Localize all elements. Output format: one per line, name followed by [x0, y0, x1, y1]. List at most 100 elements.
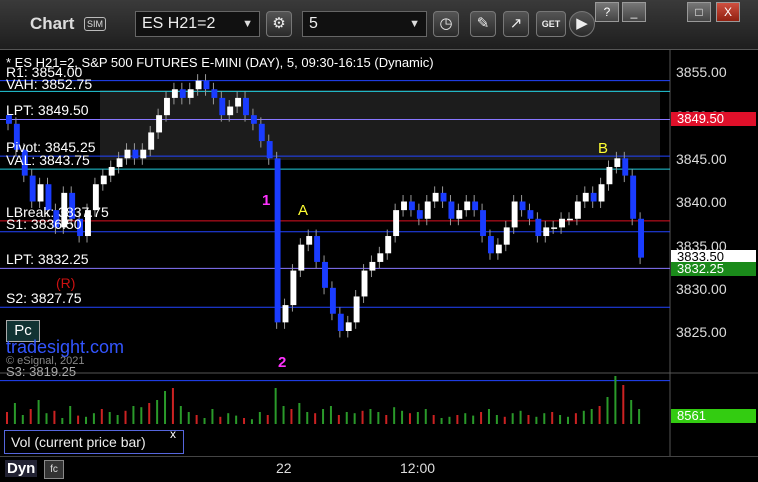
volume-bar — [377, 412, 380, 424]
volume-bar — [195, 415, 198, 424]
volume-bar — [235, 415, 238, 424]
symbol-value: ES H21=2 — [142, 15, 216, 32]
get-icon[interactable]: GET — [536, 11, 566, 37]
volume-bar — [408, 413, 411, 424]
time-label: 22 — [276, 460, 292, 476]
volume-bar — [108, 412, 111, 424]
volume-study-label[interactable]: Vol (current price bar) — [4, 430, 184, 454]
volume-bar — [487, 409, 490, 424]
settings-gear-icon[interactable]: ⚙ — [266, 11, 292, 37]
r-marker: (R) — [56, 275, 76, 291]
help-icon[interactable]: ? — [595, 2, 619, 22]
candle-body — [369, 261, 376, 271]
candle-body — [282, 305, 289, 323]
volume-bar — [77, 415, 80, 424]
volume-bar — [171, 388, 174, 424]
volume-bar — [274, 388, 277, 424]
price-axis-label: 3830.00 — [676, 281, 727, 297]
level-label: LPT: 3832.25 — [6, 251, 89, 267]
volume-bar — [456, 415, 459, 424]
chart-title: Chart — [30, 14, 75, 33]
candle-body — [171, 89, 178, 98]
candle-body — [227, 106, 234, 116]
trade-marker-1: 1 — [262, 192, 271, 209]
label-b: B — [598, 140, 609, 157]
toolbar: Chart SIM ES H21=2 ▼ ⚙ 5 ▼ ◷ ✎ ↗ GET ▶ ?… — [0, 0, 758, 50]
candle-body — [306, 236, 313, 245]
volume-bar — [211, 409, 214, 424]
price-chart[interactable] — [0, 50, 758, 456]
candle-body — [29, 175, 36, 202]
volume-bar — [13, 403, 16, 424]
candle-body — [559, 218, 565, 228]
volume-bar — [606, 397, 609, 424]
volume-bar — [574, 413, 577, 424]
chevron-down-icon[interactable]: ▼ — [242, 12, 253, 36]
level-label: S1: 3836.50 — [6, 216, 82, 232]
candle-body — [345, 322, 352, 331]
candle-body — [187, 89, 194, 98]
clock-icon[interactable]: ◷ — [433, 11, 459, 37]
candle-body — [298, 244, 305, 271]
candle-body — [440, 192, 447, 202]
candle-body — [37, 184, 44, 202]
dyn-button[interactable]: Dyn — [5, 460, 38, 477]
volume-bar — [116, 415, 119, 424]
volume-bar — [258, 412, 261, 424]
study-icon[interactable]: ↗ — [503, 11, 529, 37]
volume-bar — [306, 412, 309, 424]
candle-body — [606, 166, 613, 185]
volume-bar — [85, 416, 88, 424]
candle-body — [258, 123, 265, 142]
fc-icon[interactable]: fc — [44, 460, 64, 479]
minimize-icon[interactable]: _ — [622, 2, 646, 22]
candle-body — [511, 201, 518, 228]
volume-bar — [100, 409, 103, 424]
volume-bar — [353, 413, 356, 424]
candle-body — [432, 192, 439, 202]
candle-body — [385, 236, 392, 254]
price-axis-label: 3855.00 — [676, 64, 727, 80]
time-axis-bar: Dyn fc 22 12:00 — [0, 456, 758, 482]
volume-bar — [298, 403, 301, 424]
candle-body — [630, 175, 637, 219]
volume-bar — [495, 415, 498, 424]
chevron-down-icon[interactable]: ▼ — [409, 12, 420, 36]
candle-body — [108, 166, 115, 176]
volume-bar — [590, 409, 593, 424]
volume-bar — [329, 406, 332, 424]
volume-bar — [203, 418, 206, 424]
candle-body — [322, 261, 328, 288]
play-icon[interactable]: ▶ — [569, 11, 595, 37]
volume-bar — [314, 413, 317, 424]
volume-bar — [45, 413, 48, 424]
candle-body — [566, 218, 573, 221]
candle-body — [456, 210, 463, 219]
volume-bar — [61, 418, 64, 424]
interval-field[interactable]: 5 ▼ — [302, 11, 427, 37]
level-label: S2: 3827.75 — [6, 290, 82, 306]
price-axis-label: 3845.00 — [676, 151, 727, 167]
candle-body — [590, 192, 597, 202]
candle-body — [329, 287, 336, 314]
candle-body — [551, 227, 558, 229]
close-icon[interactable]: X — [716, 2, 740, 22]
candle-body — [132, 149, 139, 159]
volume-bar — [282, 406, 285, 424]
pencil-icon[interactable]: ✎ — [470, 11, 496, 37]
volume-bar — [179, 406, 182, 424]
level-label: VAH: 3852.75 — [6, 76, 93, 92]
candle-body — [219, 97, 226, 116]
volume-bar — [124, 410, 127, 424]
volume-bar — [250, 419, 253, 424]
overnight-range-shade — [100, 90, 660, 160]
candle-body — [543, 227, 550, 237]
symbol-field[interactable]: ES H21=2 ▼ — [135, 11, 260, 37]
candle-body — [211, 89, 218, 98]
candle-body — [424, 201, 431, 219]
volume-bar — [219, 416, 222, 424]
volume-bar — [322, 409, 325, 424]
close-study-icon[interactable]: x — [170, 427, 176, 441]
maximize-icon[interactable]: □ — [687, 2, 711, 22]
price-axis-label: 3825.00 — [676, 324, 727, 340]
